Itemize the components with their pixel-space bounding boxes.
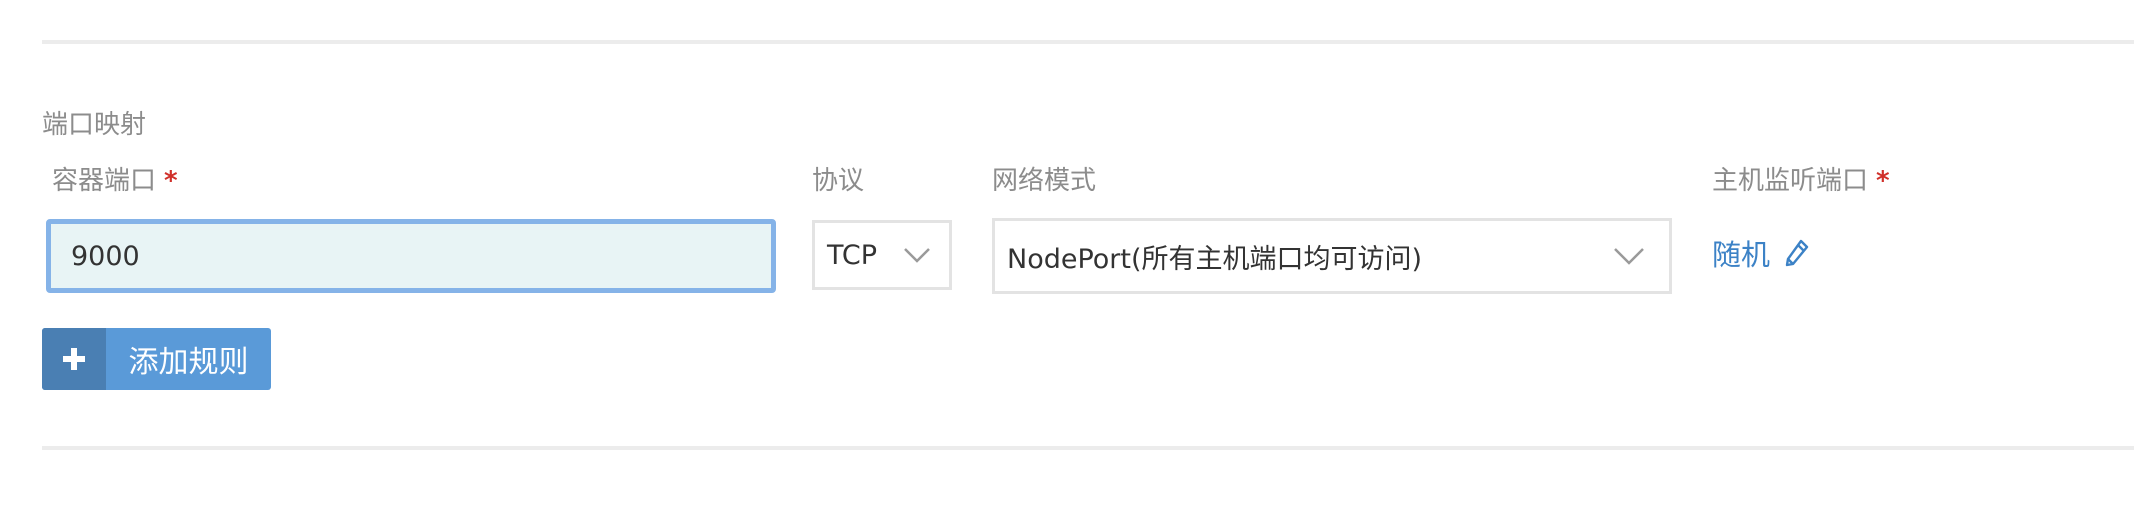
add-rule-label[interactable]: 添加规则 [106, 328, 271, 390]
host-port-value[interactable]: 随机 [1712, 236, 1770, 274]
top-divider [42, 40, 2134, 44]
host-port-label: 主机监听端口 * [1712, 164, 1890, 198]
container-port-label-text: 容器端口 [52, 166, 157, 196]
add-rule-button[interactable]: 添加规则 [42, 328, 271, 390]
plus-icon[interactable] [42, 328, 106, 390]
container-port-label: 容器端口 * [52, 164, 178, 198]
protocol-select-value: TCP [827, 239, 878, 271]
network-mode-label: 网络模式 [992, 166, 1097, 196]
chevron-down-icon [1613, 247, 1645, 265]
protocol-label: 协议 [812, 166, 865, 196]
required-mark: * [164, 166, 178, 196]
host-port-label-text: 主机监听端口 [1712, 166, 1869, 196]
required-mark: * [1876, 166, 1890, 196]
network-mode-select[interactable]: NodePort(所有主机端口均可访问) [992, 218, 1672, 294]
chevron-down-icon [903, 247, 931, 263]
protocol-select[interactable]: TCP [812, 220, 952, 290]
host-port-edit[interactable]: 随机 [1712, 236, 1810, 274]
bottom-divider [42, 446, 2134, 450]
pencil-icon[interactable] [1784, 238, 1810, 272]
network-mode-select-value: NodePort(所有主机端口均可访问) [1007, 243, 1423, 275]
container-port-input[interactable] [46, 219, 776, 293]
section-title: 端口映射 [42, 110, 147, 140]
